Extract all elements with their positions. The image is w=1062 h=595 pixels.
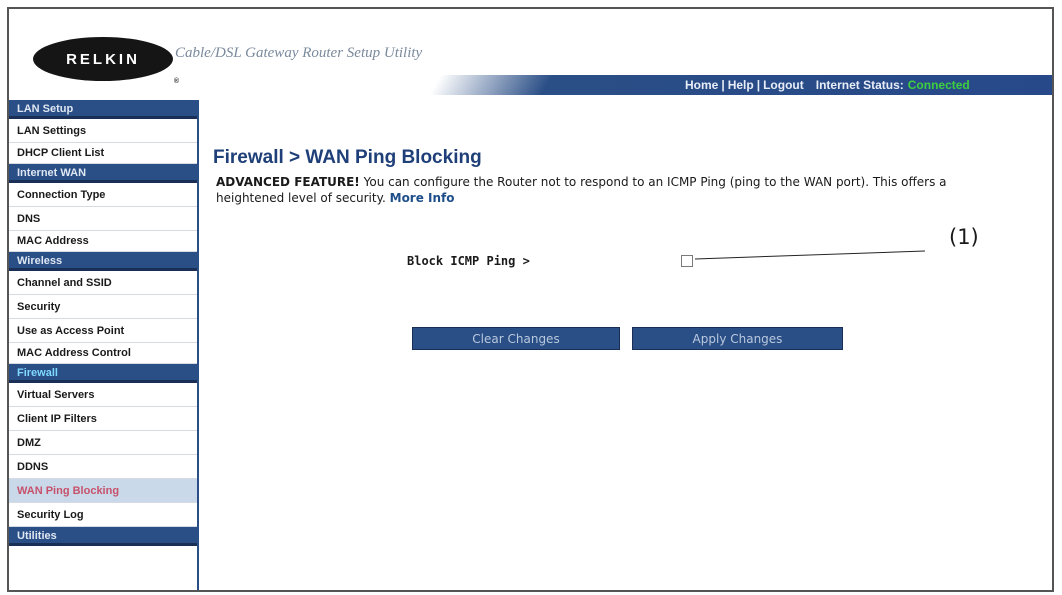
- internet-status-value: Connected: [907, 78, 970, 92]
- main-content: Firewall > WAN Ping Blocking ADVANCED FE…: [199, 100, 1052, 590]
- help-link[interactable]: Help: [728, 78, 754, 92]
- router-window: RELKIN ® Cable/DSL Gateway Router Setup …: [7, 7, 1054, 592]
- sidebar-item-virtual-servers[interactable]: Virtual Servers: [9, 383, 197, 407]
- home-link[interactable]: Home: [685, 78, 718, 92]
- sidebar: LAN Setup LAN Settings DHCP Client List …: [9, 100, 199, 590]
- sidebar-section-firewall: Firewall: [9, 364, 197, 383]
- internet-status-label: Internet Status:: [815, 78, 904, 92]
- app-title: Cable/DSL Gateway Router Setup Utility: [175, 45, 423, 61]
- separator: |: [756, 78, 761, 92]
- sidebar-item-ddns[interactable]: DDNS: [9, 455, 197, 479]
- sidebar-section-wireless: Wireless: [9, 252, 197, 271]
- sidebar-item-security-log[interactable]: Security Log: [9, 503, 197, 527]
- more-info-link[interactable]: More Info: [390, 191, 455, 205]
- sidebar-item-wan-ping-blocking[interactable]: WAN Ping Blocking: [9, 479, 197, 503]
- sidebar-item-mac-address[interactable]: MAC Address: [9, 231, 197, 252]
- description: ADVANCED FEATURE! You can configure the …: [216, 174, 1006, 206]
- sidebar-section-lan-setup: LAN Setup: [9, 100, 197, 119]
- registered-mark-icon: ®: [173, 78, 179, 85]
- sidebar-item-security[interactable]: Security: [9, 295, 197, 319]
- sidebar-item-dns[interactable]: DNS: [9, 207, 197, 231]
- sidebar-item-lan-settings[interactable]: LAN Settings: [9, 119, 197, 143]
- sidebar-item-dhcp-client-list[interactable]: DHCP Client List: [9, 143, 197, 164]
- sidebar-item-channel-ssid[interactable]: Channel and SSID: [9, 271, 197, 295]
- header: RELKIN ® Cable/DSL Gateway Router Setup …: [9, 9, 1052, 100]
- page-title: Firewall > WAN Ping Blocking: [213, 147, 482, 168]
- sidebar-item-connection-type[interactable]: Connection Type: [9, 183, 197, 207]
- advanced-feature-label: ADVANCED FEATURE!: [216, 175, 360, 189]
- block-icmp-ping-checkbox[interactable]: [681, 255, 693, 267]
- callout-number: (1): [949, 225, 979, 249]
- callout-line: [695, 250, 926, 260]
- sidebar-item-mac-address-control[interactable]: MAC Address Control: [9, 343, 197, 364]
- separator: |: [721, 78, 725, 92]
- logo-text: RELKIN: [66, 50, 140, 68]
- logout-link[interactable]: Logout: [763, 78, 804, 92]
- top-links: Home | Help | Logout Internet Status: Co…: [685, 76, 970, 94]
- sidebar-section-utilities: Utilities: [9, 527, 197, 546]
- block-icmp-ping-label: Block ICMP Ping >: [407, 254, 530, 268]
- clear-changes-button[interactable]: Clear Changes: [412, 327, 620, 350]
- sidebar-item-access-point[interactable]: Use as Access Point: [9, 319, 197, 343]
- apply-changes-button[interactable]: Apply Changes: [632, 327, 843, 350]
- sidebar-item-client-ip-filters[interactable]: Client IP Filters: [9, 407, 197, 431]
- belkin-logo: RELKIN ®: [33, 37, 179, 85]
- sidebar-section-internet-wan: Internet WAN: [9, 164, 197, 183]
- sidebar-item-dmz[interactable]: DMZ: [9, 431, 197, 455]
